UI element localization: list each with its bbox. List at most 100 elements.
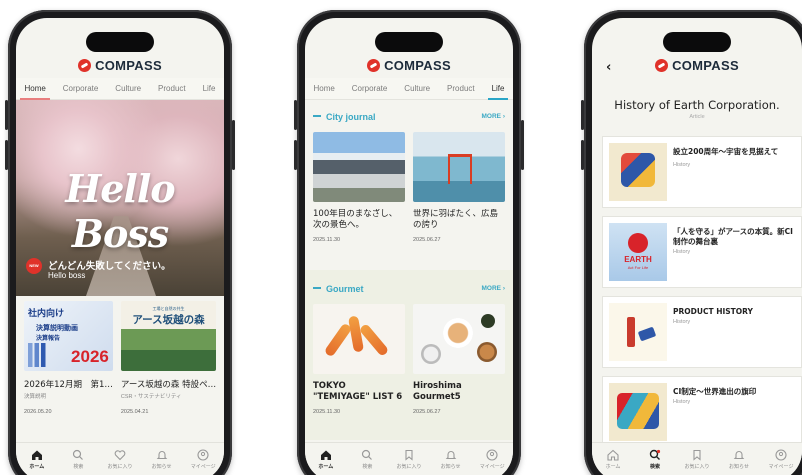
app-logo[interactable]: COMPASS: [592, 58, 802, 73]
article-title: 「人を守る」がアースの本質。新CI制作の舞台裏: [673, 227, 793, 246]
article-title: CI制定〜世界進出の旗印: [673, 387, 757, 396]
section-title: City journal: [326, 112, 376, 122]
card-title: Hiroshima Gourmet5: [413, 381, 462, 402]
more-link[interactable]: MORE ›: [482, 113, 505, 120]
nav-mypage[interactable]: マイページ: [476, 449, 508, 470]
nav-label: ホーム: [29, 464, 45, 470]
search-icon: [649, 449, 661, 460]
tab-product[interactable]: Product: [447, 78, 475, 99]
card-date: 2025.11.30: [313, 237, 341, 243]
compass-logo-icon: [367, 59, 381, 72]
thumb-text: 決算報告: [36, 335, 61, 342]
article-title: PRODUCT HISTORY: [673, 307, 753, 316]
earth-logo-image: EARTH Act For Life: [609, 223, 667, 281]
article-tag: History: [673, 319, 691, 325]
article-cards: 社内向け 決算説明動画 決算報告 2026 2026年12月期 第1… 決算説明…: [16, 301, 224, 415]
tab-culture[interactable]: Culture: [115, 78, 141, 99]
app-logo[interactable]: COMPASS: [305, 58, 513, 73]
nav-search[interactable]: 検索: [639, 449, 671, 470]
thumb-text: 社内向け: [28, 309, 65, 319]
nav-home[interactable]: ホーム: [21, 449, 53, 470]
section-header: City journal MORE ›: [313, 112, 505, 126]
torii-thumbnail: [413, 132, 505, 202]
museum-thumbnail: [313, 132, 405, 202]
nav-label: お気に入り: [684, 464, 710, 470]
nav-mypage[interactable]: マイページ: [187, 449, 219, 470]
article-card[interactable]: 世界に羽ばたく、広島の誇り 2025.06.27: [413, 132, 505, 243]
sweets-thumbnail: [313, 304, 405, 374]
nav-search[interactable]: 検索: [62, 449, 94, 470]
bottom-nav: ホーム 検索 お気に入り お知らせ マイページ: [16, 442, 224, 475]
card-date: 2025.06.27: [413, 409, 441, 415]
nav-label: お知らせ: [440, 464, 461, 470]
phone-home: COMPASS Home Corporate Culture Product L…: [5, 10, 235, 475]
compass-logo-icon: [78, 59, 92, 72]
article-card[interactable]: TOKYO "TEMIYAGE" LIST 6 2025.11.30: [313, 304, 405, 415]
tab-home[interactable]: Home: [20, 78, 51, 100]
top-tabs: Home Corporate Culture Product Life: [16, 78, 224, 100]
card-date: 2025.11.30: [313, 409, 341, 415]
nav-favorites[interactable]: お気に入り: [681, 449, 713, 470]
bookmark-icon: [693, 449, 701, 461]
thumb-text: アース坂越の森: [132, 314, 205, 326]
new-badge: NEW: [26, 258, 42, 274]
thumb-year: 2026: [71, 347, 109, 366]
compass-logo-icon: [655, 59, 669, 72]
nav-label: 検索: [73, 464, 84, 470]
article-row[interactable]: EARTH Act For Life 「人を守る」がアースの本質。新CI制作の舞…: [602, 216, 802, 288]
brand-name: COMPASS: [95, 58, 162, 73]
nav-favorites[interactable]: お気に入り: [104, 449, 136, 470]
screen: ‹ COMPASS History of Earth Corporation. …: [592, 18, 802, 475]
hero-banner[interactable]: Hello Boss NEW どんどん失敗してください。 Hello boss: [16, 100, 224, 296]
article-row[interactable]: 設立200周年〜宇宙を見据えて History: [602, 136, 802, 208]
article-grid: TOKYO "TEMIYAGE" LIST 6 2025.11.30 Hiros…: [313, 304, 505, 415]
article-tag: History: [673, 399, 691, 405]
tab-culture[interactable]: Culture: [404, 78, 430, 99]
tab-corporate[interactable]: Corporate: [352, 78, 388, 99]
more-link[interactable]: MORE ›: [482, 285, 505, 292]
article-row[interactable]: CI制定〜世界進出の旗印 History: [602, 376, 802, 448]
article-card[interactable]: 100年目のまなざし、次の景色へ。 2025.11.30: [313, 132, 405, 243]
bell-icon: [156, 451, 167, 460]
user-icon: [775, 449, 787, 461]
page-title: History of Earth Corporation.: [614, 98, 780, 112]
nav-label: お気に入り: [107, 464, 133, 470]
nav-label: お気に入り: [396, 464, 422, 470]
article-card[interactable]: 社内向け 決算説明動画 決算報告 2026 2026年12月期 第1… 決算説明…: [24, 301, 113, 415]
nav-label: マイページ: [768, 464, 794, 470]
nav-favorites[interactable]: お気に入り: [393, 449, 425, 470]
tab-corporate[interactable]: Corporate: [63, 78, 99, 99]
nav-notifications[interactable]: お知らせ: [146, 449, 178, 470]
tab-product[interactable]: Product: [158, 78, 186, 99]
bookmark-icon: [405, 449, 413, 461]
brand-name: COMPASS: [384, 58, 451, 73]
earth-logo-subtext: Act For Life: [627, 265, 649, 270]
tab-home[interactable]: Home: [313, 78, 334, 99]
nav-notifications[interactable]: お知らせ: [723, 449, 755, 470]
card-title: 100年目のまなざし、次の景色へ。: [313, 209, 398, 230]
brand-name: COMPASS: [672, 58, 739, 73]
thumb-text: 決算説明動画: [36, 324, 78, 332]
nav-home[interactable]: ホーム: [310, 449, 342, 470]
article-illustration: [609, 383, 667, 441]
nav-mypage[interactable]: マイページ: [765, 449, 797, 470]
article-card[interactable]: 工場と自然の共生 アース坂越の森 アース坂越の森 特設ペ… CSR・サステナビリ…: [120, 301, 217, 415]
article-row[interactable]: PRODUCT HISTORY History: [602, 296, 802, 368]
bottom-nav: ホーム 検索 お気に入り お知らせ マイページ: [305, 442, 513, 475]
meal-thumbnail: [413, 304, 505, 374]
app-logo[interactable]: COMPASS: [16, 58, 224, 73]
bottom-nav: ホーム 検索 お気に入り お知らせ マイページ: [592, 442, 802, 475]
page-subtitle: Article: [689, 114, 705, 120]
article-card[interactable]: Hiroshima Gourmet5 2025.06.27: [413, 304, 505, 415]
nav-label: ホーム: [605, 464, 621, 470]
nav-home[interactable]: ホーム: [597, 449, 629, 470]
search-icon: [362, 449, 373, 460]
nav-label: ホーム: [318, 464, 334, 470]
nav-label: マイページ: [479, 464, 505, 470]
article-title: 設立200周年〜宇宙を見据えて: [673, 147, 779, 156]
nav-notifications[interactable]: お知らせ: [435, 449, 467, 470]
tab-life[interactable]: Life: [203, 78, 216, 99]
nav-search[interactable]: 検索: [351, 449, 383, 470]
tab-life[interactable]: Life: [487, 78, 509, 100]
article-grid: 100年目のまなざし、次の景色へ。 2025.11.30 世界に羽ばたく、広島の…: [313, 132, 505, 243]
